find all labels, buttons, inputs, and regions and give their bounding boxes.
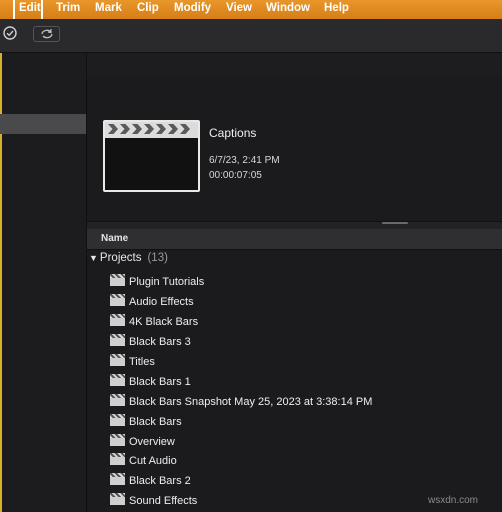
group-count: (13) xyxy=(147,252,168,264)
list-item[interactable]: Black Bars 1 xyxy=(110,373,191,391)
list-item[interactable]: Sound Effects xyxy=(110,492,197,510)
group-label: Projects xyxy=(99,252,142,264)
clapperboard-icon xyxy=(110,274,125,286)
project-thumbnail[interactable] xyxy=(103,120,200,192)
sync-button[interactable] xyxy=(33,26,60,42)
menu-bar: Edit Trim Mark Clip Modify View Window H… xyxy=(0,0,502,19)
menu-modify[interactable]: Modify xyxy=(174,0,211,19)
menu-clip[interactable]: Clip xyxy=(137,0,159,19)
clapperboard-icon xyxy=(110,453,125,465)
watermark: wsxdn.com xyxy=(428,495,479,506)
projects-group[interactable]: ▼ Projects (13) xyxy=(89,252,168,264)
clapperboard-icon xyxy=(110,354,125,366)
column-header[interactable]: Name xyxy=(87,229,502,250)
browser-top-strip xyxy=(87,53,502,77)
divider-handle[interactable] xyxy=(382,222,408,224)
list-item[interactable]: Audio Effects xyxy=(110,293,194,311)
list-item[interactable]: Cut Audio xyxy=(110,452,177,470)
menu-mark[interactable]: Mark xyxy=(95,0,122,19)
clapperboard-icon xyxy=(110,473,125,485)
clapperboard-icon xyxy=(110,294,125,306)
sidebar-selected-item[interactable] xyxy=(0,114,86,134)
menu-trim[interactable]: Trim xyxy=(56,0,80,19)
project-duration: 00:00:07:05 xyxy=(209,170,262,181)
clapperboard-icon xyxy=(110,493,125,505)
menu-view[interactable]: View xyxy=(226,0,252,19)
checkmark-circle-icon[interactable] xyxy=(3,26,17,43)
clapperboard-icon xyxy=(110,334,125,346)
clapperboard-icon xyxy=(110,374,125,386)
menu-window[interactable]: Window xyxy=(266,0,310,19)
list-item[interactable]: Plugin Tutorials xyxy=(110,273,204,291)
list-item[interactable]: Black Bars 3 xyxy=(110,333,191,351)
list-item[interactable]: 4K Black Bars xyxy=(110,313,198,331)
sync-icon xyxy=(40,29,53,39)
list-item[interactable]: Black Bars xyxy=(110,413,182,431)
project-date: 6/7/23, 2:41 PM xyxy=(209,155,280,166)
list-item[interactable]: Black Bars 2 xyxy=(110,472,191,490)
list-item[interactable]: Black Bars Snapshot May 25, 2023 at 3:38… xyxy=(110,393,372,411)
disclosure-triangle-icon[interactable]: ▼ xyxy=(89,253,98,263)
clapperboard-icon xyxy=(110,414,125,426)
list-item[interactable]: Titles xyxy=(110,353,155,371)
list-item[interactable]: Overview xyxy=(110,433,175,451)
menu-help[interactable]: Help xyxy=(324,0,349,19)
clapperboard-icon xyxy=(110,394,125,406)
clapperboard-icon xyxy=(105,122,198,138)
clapperboard-icon xyxy=(110,434,125,446)
column-name-label: Name xyxy=(101,233,129,244)
project-title: Captions xyxy=(209,126,257,140)
clapperboard-icon xyxy=(110,314,125,326)
sidebar xyxy=(0,53,87,512)
toolbar xyxy=(0,19,502,53)
